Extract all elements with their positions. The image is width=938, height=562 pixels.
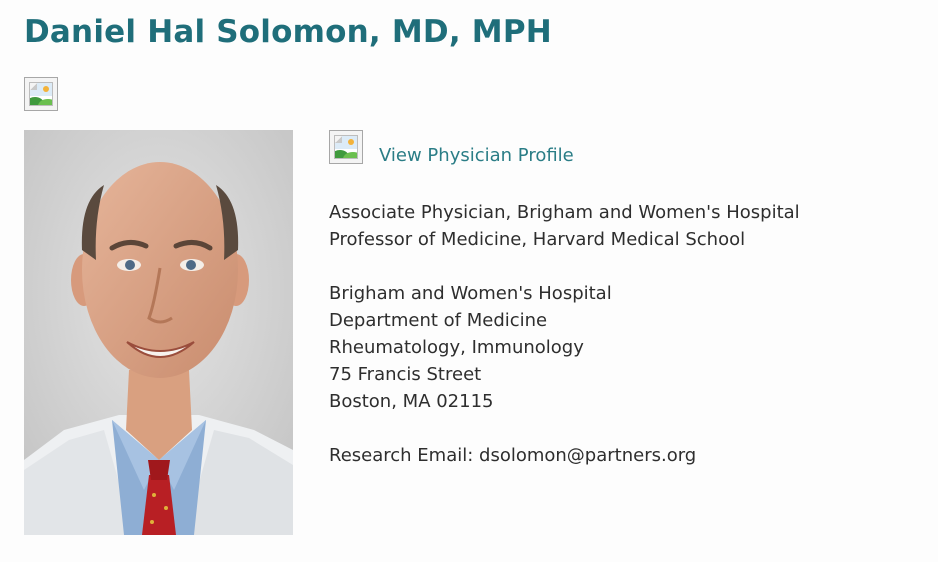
positions-list: Associate Physician, Brigham and Women's… xyxy=(329,199,800,253)
position-line: Associate Physician, Brigham and Women's… xyxy=(329,202,800,223)
physician-portrait xyxy=(24,130,293,535)
broken-image-icon xyxy=(329,130,363,164)
position-line: Professor of Medicine, Harvard Medical S… xyxy=(329,229,746,250)
research-email: Research Email: dsolomon@partners.org xyxy=(329,442,696,469)
physician-name-heading: Daniel Hal Solomon, MD, MPH xyxy=(24,14,552,50)
address-line: Boston, MA 02115 xyxy=(329,391,494,412)
address-line: Rheumatology, Immunology xyxy=(329,337,584,358)
research-email-line: Research Email: dsolomon@partners.org xyxy=(329,445,697,466)
address-line: Brigham and Women's Hospital xyxy=(329,283,612,304)
view-physician-profile-link[interactable]: View Physician Profile xyxy=(379,145,574,166)
address-block: Brigham and Women's Hospital Department … xyxy=(329,280,612,415)
address-line: 75 Francis Street xyxy=(329,364,482,385)
broken-image-icon xyxy=(24,77,58,111)
address-line: Department of Medicine xyxy=(329,310,548,331)
